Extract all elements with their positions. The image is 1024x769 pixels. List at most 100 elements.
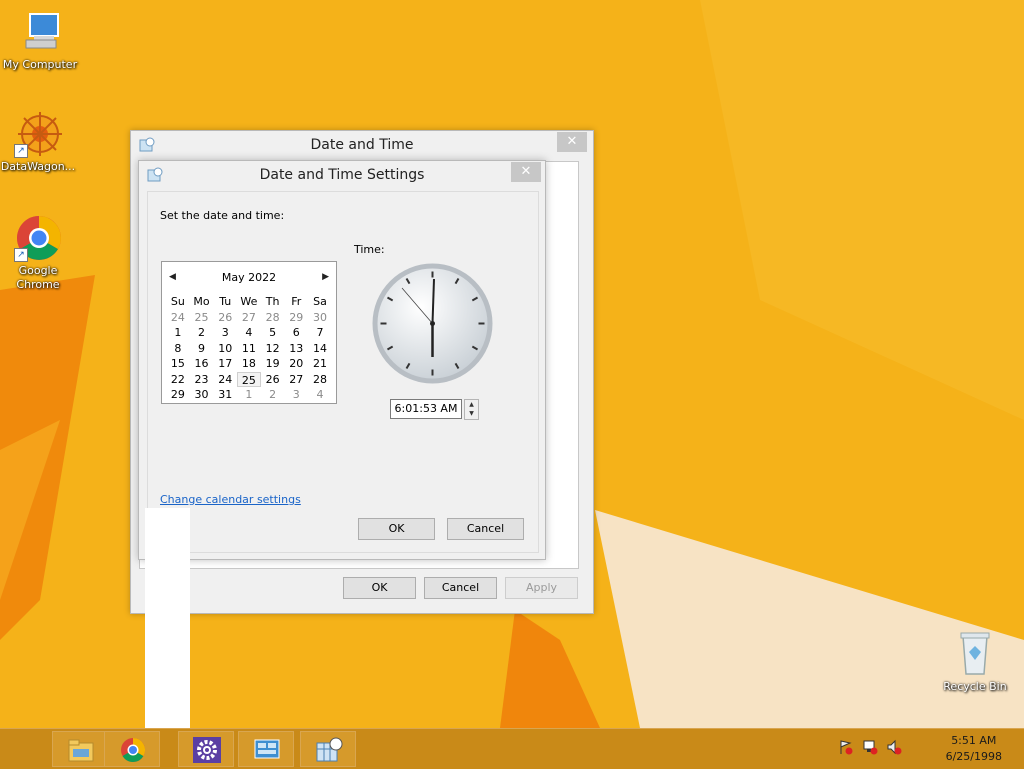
volume-muted-icon[interactable] [886, 739, 902, 759]
desktop-icon-label: Google Chrome [16, 264, 60, 291]
calendar-day[interactable]: 27 [284, 372, 308, 388]
calendar-day[interactable]: 20 [284, 356, 308, 372]
calendar-day[interactable]: 2 [190, 325, 214, 341]
calendar-week-row: 22 23 24 25 26 27 28 [166, 371, 332, 388]
calendar-day[interactable]: 8 [166, 341, 190, 357]
set-date-time-label: Set the date and time: [160, 209, 285, 222]
spin-up-arrow-icon[interactable]: ▲ [465, 400, 478, 409]
calendar-grid: Su Mo Tu We Th Fr Sa 24 25 26 27 28 29 30 1 2 3 4 5 6 7 8 9 10 1… [166, 294, 332, 403]
time-input[interactable]: 6:01:53 AM [390, 399, 462, 419]
close-button[interactable]: ✕ [511, 162, 541, 182]
weekday-header: We [240, 295, 258, 308]
spin-down-arrow-icon[interactable]: ▼ [465, 409, 478, 418]
calendar-day[interactable]: 28 [308, 372, 332, 388]
weekday-header: Tu [219, 295, 232, 308]
desktop-icon-my-computer[interactable]: My Computer [0, 8, 80, 72]
desktop-icon-recycle-bin[interactable]: Recycle Bin [935, 630, 1015, 694]
calendar-week-row: 15 16 17 18 19 20 21 [166, 356, 332, 372]
taskbar-file-explorer[interactable] [52, 731, 108, 767]
calendar-day[interactable]: 24 [213, 372, 237, 388]
taskbar-chrome[interactable] [104, 731, 160, 767]
calendar-day[interactable]: 29 [284, 310, 308, 326]
title-bar[interactable]: Date and Time ✕ [131, 131, 593, 161]
calendar-day[interactable]: 19 [261, 356, 285, 372]
calendar-day[interactable]: 12 [261, 341, 285, 357]
desktop-icon-google-chrome[interactable]: ↗ Google Chrome [0, 214, 78, 292]
calendar-clock-icon [316, 737, 343, 762]
weekday-header: Th [265, 295, 280, 308]
taskbar-control-panel[interactable] [238, 731, 294, 767]
calendar-day[interactable]: 1 [237, 387, 261, 403]
network-icon[interactable] [862, 739, 878, 759]
cancel-button[interactable]: Cancel [424, 577, 497, 599]
calendar-day[interactable]: 16 [190, 356, 214, 372]
shortcut-arrow-icon: ↗ [14, 144, 28, 158]
ok-button[interactable]: OK [358, 518, 435, 540]
calendar-day[interactable]: 28 [261, 310, 285, 326]
weekday-header: Fr [291, 295, 302, 308]
gear-icon [193, 737, 221, 763]
calendar-day[interactable]: 3 [284, 387, 308, 403]
close-button[interactable]: ✕ [557, 132, 587, 152]
control-panel-icon [254, 739, 280, 759]
system-clock[interactable]: 5:51 AM 6/25/1998 [946, 733, 1002, 765]
calendar-day[interactable]: 13 [284, 341, 308, 357]
calendar-day[interactable]: 23 [190, 372, 214, 388]
action-center-flag-icon[interactable] [838, 739, 854, 759]
calendar-day[interactable]: 7 [308, 325, 332, 341]
calendar-week-row: 8 9 10 11 12 13 14 [166, 341, 332, 357]
calendar-day[interactable]: 4 [308, 387, 332, 403]
weekday-header: Su [170, 295, 185, 308]
calendar-day[interactable]: 4 [237, 325, 261, 341]
calendar-day[interactable]: 18 [237, 356, 261, 372]
calendar-day[interactable]: 31 [213, 387, 237, 403]
calendar-day[interactable]: 17 [213, 356, 237, 372]
change-calendar-settings-link[interactable]: Change calendar settings [160, 493, 301, 506]
calendar-day[interactable]: 25 [237, 371, 261, 387]
chrome-icon: ↗ [14, 214, 62, 262]
desktop-icon-label: My Computer [2, 58, 78, 71]
analog-clock [372, 263, 493, 384]
blank-overlay [145, 508, 190, 738]
calendar-day[interactable]: 11 [237, 341, 261, 357]
time-spinner[interactable]: ▲ ▼ [464, 399, 479, 420]
dialog-title: Date and Time Settings [259, 167, 425, 183]
calendar-day[interactable]: 26 [213, 310, 237, 326]
calendar-month-label[interactable]: May 2022 [162, 271, 336, 284]
calendar-week-row: 24 25 26 27 28 29 30 [166, 310, 332, 326]
apply-button[interactable]: Apply [505, 577, 578, 599]
taskbar-settings[interactable] [178, 731, 234, 767]
calendar-day[interactable]: 29 [166, 387, 190, 403]
calendar-day[interactable]: 6 [284, 325, 308, 341]
calendar-day[interactable]: 30 [308, 310, 332, 326]
calendar-weekday-row: Su Mo Tu We Th Fr Sa [166, 294, 332, 310]
calendar-header: ◀ May 2022 ▶ [162, 268, 336, 284]
month-calendar[interactable]: ◀ May 2022 ▶ Su Mo Tu We Th Fr Sa 24 25 26 27 28 29 3… [161, 261, 337, 404]
calendar-day[interactable]: 2 [261, 387, 285, 403]
calendar-day[interactable]: 26 [261, 372, 285, 388]
calendar-day[interactable]: 9 [190, 341, 214, 357]
window-title: Date and Time [310, 137, 414, 153]
desktop-icon-datawagon[interactable]: ↗ DataWagon... [0, 110, 78, 174]
calendar-day[interactable]: 15 [166, 356, 190, 372]
date-and-time-settings-dialog: Date and Time Settings ✕ Set the date an… [138, 160, 546, 560]
calendar-day[interactable]: 21 [308, 356, 332, 372]
calendar-day[interactable]: 27 [237, 310, 261, 326]
calendar-day[interactable]: 24 [166, 310, 190, 326]
calendar-day[interactable]: 30 [190, 387, 214, 403]
folder-icon [68, 739, 94, 762]
calendar-day[interactable]: 22 [166, 372, 190, 388]
cancel-button[interactable]: Cancel [447, 518, 524, 540]
calendar-day[interactable]: 5 [261, 325, 285, 341]
calendar-day[interactable]: 25 [190, 310, 214, 326]
calendar-day[interactable]: 3 [213, 325, 237, 341]
calendar-day[interactable]: 1 [166, 325, 190, 341]
title-bar[interactable]: Date and Time Settings ✕ [139, 161, 545, 191]
next-month-arrow-icon[interactable]: ▶ [322, 272, 329, 282]
calendar-day[interactable]: 10 [213, 341, 237, 357]
taskbar-date-time[interactable] [300, 731, 356, 767]
calendar-day[interactable]: 14 [308, 341, 332, 357]
shortcut-arrow-icon: ↗ [14, 248, 28, 262]
taskbar: 5:51 AM 6/25/1998 [0, 728, 1024, 769]
ok-button[interactable]: OK [343, 577, 416, 599]
